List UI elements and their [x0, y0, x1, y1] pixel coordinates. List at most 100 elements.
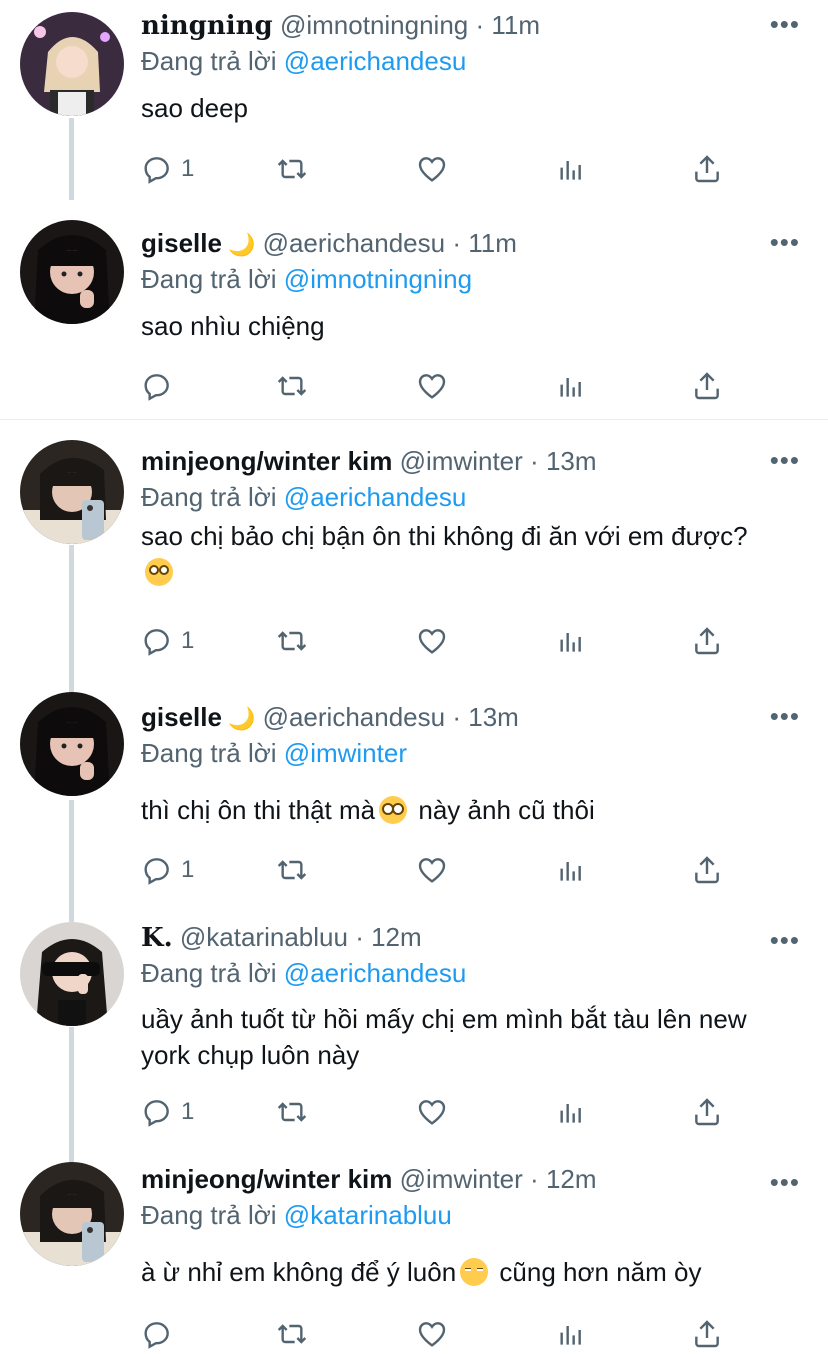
tweet[interactable]: minjeong/winter kim @imwinter · 13m ••• … [0, 436, 828, 686]
timestamp[interactable]: 13m [468, 702, 519, 732]
avatar[interactable] [20, 1162, 124, 1266]
analytics-button[interactable] [555, 366, 587, 406]
handle[interactable]: @aerichandesu [263, 702, 446, 732]
share-button[interactable] [691, 1314, 723, 1354]
tweet-header: minjeong/winter kim @imwinter · 13m [141, 444, 597, 478]
mention-link[interactable]: @katarinabluu [284, 1200, 452, 1230]
display-name[interactable]: giselle [141, 228, 222, 258]
tweet[interactable]: K. @katarinabluu · 12m ••• Đang trả lời … [0, 920, 828, 1150]
share-button[interactable] [691, 1092, 723, 1132]
mention-link[interactable]: @aerichandesu [284, 46, 467, 76]
retweet-button[interactable] [276, 366, 308, 406]
analytics-button[interactable] [555, 1092, 587, 1132]
handle[interactable]: @imnotningning [280, 10, 468, 40]
reply-button[interactable]: 1 [141, 1092, 194, 1132]
moon-emoji: 🌙 [227, 232, 256, 257]
analytics-icon [560, 378, 581, 397]
avatar[interactable] [20, 440, 124, 544]
reply-button[interactable] [141, 366, 173, 406]
analytics-button[interactable] [555, 850, 587, 890]
handle[interactable]: @imwinter [400, 1164, 523, 1194]
more-icon[interactable]: ••• [770, 703, 800, 729]
retweet-button[interactable] [276, 621, 308, 661]
timestamp[interactable]: 11m [491, 10, 540, 40]
tweet[interactable]: ningning @imnotningning · 11m ••• Đang t… [0, 0, 828, 200]
share-button[interactable] [691, 149, 723, 189]
analytics-button[interactable] [555, 621, 587, 661]
more-icon[interactable]: ••• [770, 11, 800, 37]
analytics-button[interactable] [555, 1314, 587, 1354]
tweet[interactable]: minjeong/winter kim @imwinter · 12m ••• … [0, 1162, 828, 1354]
more-icon[interactable]: ••• [770, 447, 800, 473]
share-icon [695, 372, 719, 400]
mention-link[interactable]: @aerichandesu [284, 958, 467, 988]
share-icon [695, 155, 719, 183]
display-name[interactable]: K. [141, 923, 173, 953]
separator: · [475, 10, 485, 40]
separator: · [530, 446, 539, 476]
more-icon[interactable]: ••• [770, 927, 800, 953]
mention-link[interactable]: @aerichandesu [284, 482, 467, 512]
display-name[interactable]: ningning [141, 11, 273, 41]
share-button[interactable] [691, 621, 723, 661]
reply-button[interactable]: 1 [141, 149, 194, 189]
separator: · [355, 922, 364, 952]
reply-icon [144, 1100, 169, 1127]
mention-link[interactable]: @imnotningning [284, 264, 472, 294]
retweet-icon [277, 860, 307, 880]
like-button[interactable] [416, 366, 448, 406]
mention-link[interactable]: @imwinter [284, 738, 407, 768]
share-button[interactable] [691, 366, 723, 406]
reply-icon [144, 629, 169, 656]
replying-label: Đang trả lời [141, 264, 277, 294]
tweet-text: sao deep [141, 93, 248, 123]
pensive-face-emoji [460, 1258, 489, 1286]
display-name[interactable]: minjeong/winter kim [141, 446, 392, 476]
avatar[interactable] [20, 922, 124, 1026]
replying-label: Đang trả lời [141, 1200, 277, 1230]
share-button[interactable] [691, 850, 723, 890]
timestamp[interactable]: 12m [546, 1164, 597, 1194]
more-icon[interactable]: ••• [770, 1169, 800, 1195]
tweet[interactable]: giselle 🌙 @aerichandesu · 11m ••• Đang tr… [0, 218, 828, 418]
like-button[interactable] [416, 621, 448, 661]
retweet-button[interactable] [276, 1314, 308, 1354]
retweet-button[interactable] [276, 1092, 308, 1132]
replying-label: Đang trả lời [141, 738, 277, 768]
avatar[interactable] [20, 220, 124, 324]
retweet-button[interactable] [276, 850, 308, 890]
like-button[interactable] [416, 1314, 448, 1354]
avatar[interactable] [20, 692, 124, 796]
reply-button[interactable] [141, 1314, 173, 1354]
timestamp[interactable]: 13m [546, 446, 597, 476]
timestamp[interactable]: 11m [468, 228, 517, 258]
analytics-button[interactable] [555, 149, 587, 189]
avatar[interactable] [20, 12, 124, 116]
retweet-icon [277, 631, 307, 651]
tweet[interactable]: giselle 🌙 @aerichandesu · 13m ••• Đang tr… [0, 692, 828, 910]
reply-count: 1 [181, 627, 195, 654]
action-bar: 1 [141, 850, 741, 890]
timestamp[interactable]: 12m [371, 922, 422, 952]
handle[interactable]: @aerichandesu [263, 228, 446, 258]
like-button[interactable] [416, 149, 448, 189]
handle[interactable]: @imwinter [400, 446, 523, 476]
action-bar [141, 366, 741, 406]
reply-button[interactable]: 1 [141, 621, 194, 661]
tweet-text: sao chị bảo chị bận ôn thi không đi ăn v… [141, 518, 781, 590]
like-button[interactable] [416, 850, 448, 890]
reply-icon [144, 157, 169, 184]
reply-icon [144, 1322, 169, 1349]
tweet-text-part: sao chị bảo chị bận ôn thi không đi ăn v… [141, 521, 748, 551]
handle[interactable]: @katarinabluu [180, 922, 348, 952]
retweet-button[interactable] [276, 149, 308, 189]
display-name[interactable]: minjeong/winter kim [141, 1164, 392, 1194]
reply-count: 1 [181, 1098, 195, 1125]
reply-icon [144, 374, 169, 401]
display-name[interactable]: giselle [141, 702, 222, 732]
like-icon [418, 1100, 446, 1125]
more-icon[interactable]: ••• [770, 229, 800, 255]
like-button[interactable] [416, 1092, 448, 1132]
reply-button[interactable]: 1 [141, 850, 194, 890]
share-icon [695, 1320, 719, 1348]
